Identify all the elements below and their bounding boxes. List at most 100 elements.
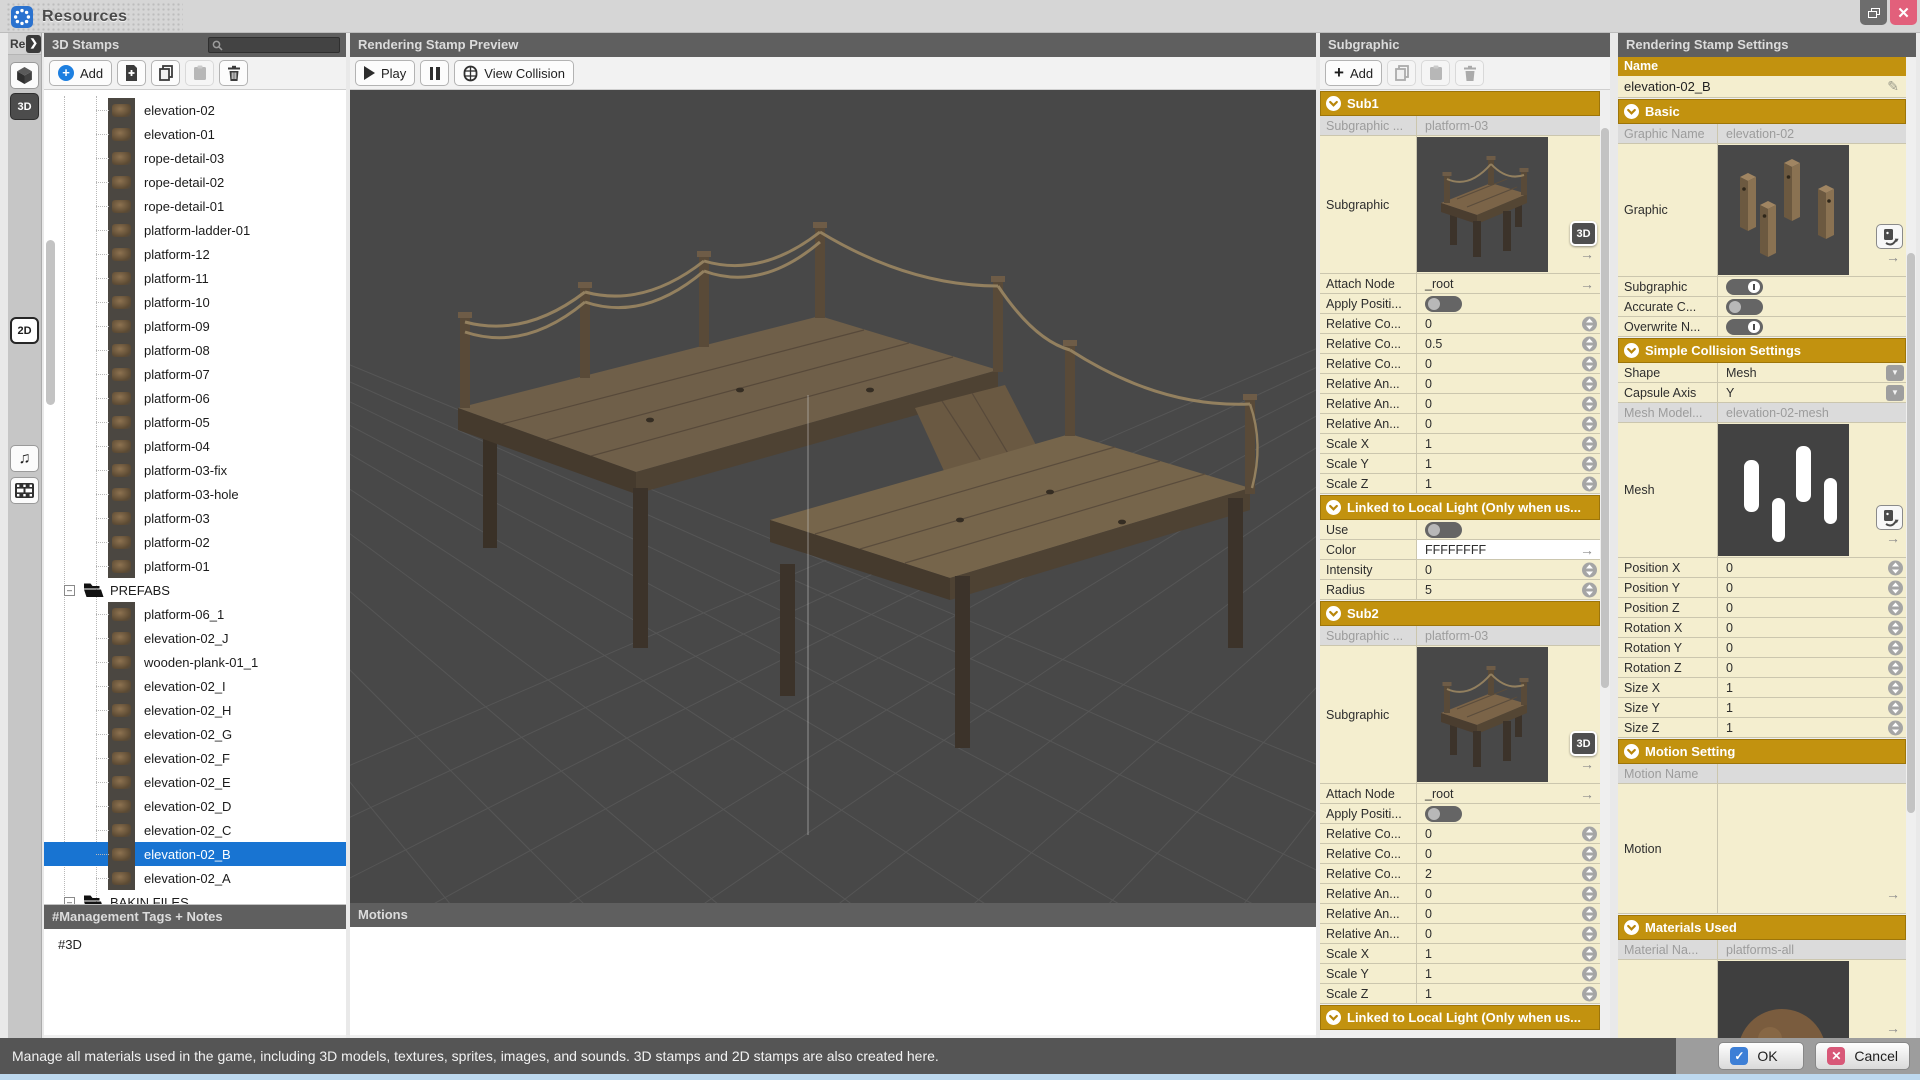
spinner-control[interactable] <box>1888 720 1903 735</box>
property-value[interactable]: → <box>1718 144 1906 276</box>
search-input[interactable] <box>208 37 340 53</box>
expand-panel-button[interactable]: ❯ <box>26 35 41 53</box>
close-window-button[interactable]: ✕ <box>1890 0 1917 25</box>
property-value[interactable]: 0 <box>1417 374 1600 393</box>
subgraphic-scrollbar-thumb[interactable] <box>1601 128 1609 688</box>
tree-item[interactable]: platform-10 <box>44 290 346 314</box>
tree-item[interactable]: elevation-02_D <box>44 794 346 818</box>
spinner-control[interactable] <box>1582 966 1597 981</box>
spinner-control[interactable] <box>1582 926 1597 941</box>
spinner-control[interactable] <box>1888 640 1903 655</box>
property-value[interactable]: → <box>1718 960 1906 1038</box>
2d-stamps-tab[interactable]: 2D <box>10 317 39 344</box>
detail-arrow-icon[interactable]: → <box>1580 786 1594 802</box>
swap-resource-button[interactable] <box>1876 224 1903 249</box>
property-value[interactable]: 2 <box>1417 864 1600 883</box>
toggle-off[interactable] <box>1726 299 1763 315</box>
tree-item[interactable]: elevation-02_I <box>44 674 346 698</box>
paste-button[interactable] <box>185 60 214 86</box>
toggle-on[interactable] <box>1726 279 1763 295</box>
property-value[interactable]: 1 <box>1417 434 1600 453</box>
property-value[interactable] <box>1718 297 1906 316</box>
tree-item[interactable]: platform-04 <box>44 434 346 458</box>
copy-subgraphic-button[interactable] <box>1387 60 1416 86</box>
property-value[interactable]: 1 <box>1718 678 1906 697</box>
property-value[interactable]: 0 <box>1718 658 1906 677</box>
audio-tab[interactable]: ♫ <box>10 445 39 472</box>
property-value[interactable]: 0 <box>1417 560 1600 579</box>
expand-toggle[interactable]: – <box>64 897 75 906</box>
name-field[interactable]: elevation-02_B✎ <box>1618 76 1906 98</box>
spinner-control[interactable] <box>1582 476 1597 491</box>
spinner-control[interactable] <box>1888 600 1903 615</box>
tree-item[interactable]: platform-ladder-01 <box>44 218 346 242</box>
property-value[interactable]: platform-03 <box>1417 116 1600 135</box>
spinner-control[interactable] <box>1888 620 1903 635</box>
property-value[interactable]: Mesh▼ <box>1718 363 1906 382</box>
view-collision-button[interactable]: View Collision <box>454 60 574 86</box>
spinner-control[interactable] <box>1582 416 1597 431</box>
add-subgraphic-button[interactable]: +Add <box>1325 60 1382 86</box>
tree-item[interactable]: platform-07 <box>44 362 346 386</box>
property-value[interactable] <box>1718 317 1906 336</box>
detail-arrow-icon[interactable]: → <box>1580 542 1594 558</box>
swap-resource-button[interactable] <box>1876 505 1903 530</box>
section-header[interactable]: Linked to Local Light (Only when us... <box>1320 1005 1600 1030</box>
thumbnail-image[interactable] <box>1718 145 1849 275</box>
detail-arrow-icon[interactable]: → <box>1580 756 1594 772</box>
open-3d-picker-button[interactable]: 3D <box>1570 221 1597 246</box>
toggle-on[interactable] <box>1726 319 1763 335</box>
property-value[interactable]: elevation-02 <box>1718 124 1906 143</box>
3d-viewport[interactable] <box>350 90 1316 903</box>
tree-item[interactable]: elevation-02_H <box>44 698 346 722</box>
tree-item[interactable]: elevation-02_J <box>44 626 346 650</box>
section-header[interactable]: Materials Used <box>1618 915 1906 940</box>
spinner-control[interactable] <box>1582 886 1597 901</box>
settings-scrollbar-thumb[interactable] <box>1907 253 1915 813</box>
property-value[interactable]: 0 <box>1718 618 1906 637</box>
property-value[interactable]: 0 <box>1417 904 1600 923</box>
tree-folder[interactable]: –BAKIN FILES <box>44 890 346 905</box>
property-value[interactable]: _root→ <box>1417 274 1600 293</box>
tree-item[interactable]: rope-detail-01 <box>44 194 346 218</box>
property-value[interactable]: 0 <box>1417 314 1600 333</box>
property-value[interactable]: 0 <box>1417 394 1600 413</box>
detail-arrow-icon[interactable]: → <box>1886 886 1900 902</box>
spinner-control[interactable] <box>1582 986 1597 1001</box>
property-value[interactable]: 1 <box>1718 698 1906 717</box>
property-value[interactable]: Y▼ <box>1718 383 1906 402</box>
property-value[interactable]: 0 <box>1718 578 1906 597</box>
spinner-control[interactable] <box>1582 356 1597 371</box>
tree-item[interactable]: elevation-02_B <box>44 842 346 866</box>
tree-item[interactable]: elevation-01 <box>44 122 346 146</box>
property-value[interactable]: 0 <box>1718 558 1906 577</box>
restore-window-button[interactable] <box>1860 0 1887 25</box>
section-header[interactable]: Motion Setting <box>1618 739 1906 764</box>
property-value[interactable]: 0 <box>1417 824 1600 843</box>
spinner-control[interactable] <box>1582 866 1597 881</box>
property-value[interactable] <box>1718 277 1906 296</box>
property-value[interactable]: 0 <box>1417 884 1600 903</box>
thumbnail-image[interactable] <box>1718 961 1849 1038</box>
property-value[interactable]: 0 <box>1417 414 1600 433</box>
section-header[interactable]: Sub1 <box>1320 91 1600 116</box>
tree-item[interactable]: platform-01 <box>44 554 346 578</box>
tree-item[interactable]: platform-03 <box>44 506 346 530</box>
tree-item[interactable]: elevation-02_C <box>44 818 346 842</box>
property-value[interactable]: 3D→ <box>1417 646 1600 783</box>
property-value[interactable]: 5 <box>1417 580 1600 599</box>
copy-button[interactable] <box>151 60 180 86</box>
ok-button[interactable]: ✓OK <box>1718 1042 1804 1070</box>
property-value[interactable]: 1 <box>1417 454 1600 473</box>
property-value[interactable]: 3D→ <box>1417 136 1600 273</box>
toggle-off[interactable] <box>1425 522 1462 538</box>
spinner-control[interactable] <box>1582 906 1597 921</box>
detail-arrow-icon[interactable]: → <box>1886 249 1900 265</box>
property-value[interactable]: 0 <box>1417 354 1600 373</box>
tree-item[interactable]: elevation-02_G <box>44 722 346 746</box>
property-value[interactable]: _root→ <box>1417 784 1600 803</box>
delete-button[interactable] <box>219 60 248 86</box>
property-value[interactable]: 0 <box>1718 638 1906 657</box>
stamp-cube-tab[interactable] <box>10 62 39 89</box>
paste-subgraphic-button[interactable] <box>1421 60 1450 86</box>
